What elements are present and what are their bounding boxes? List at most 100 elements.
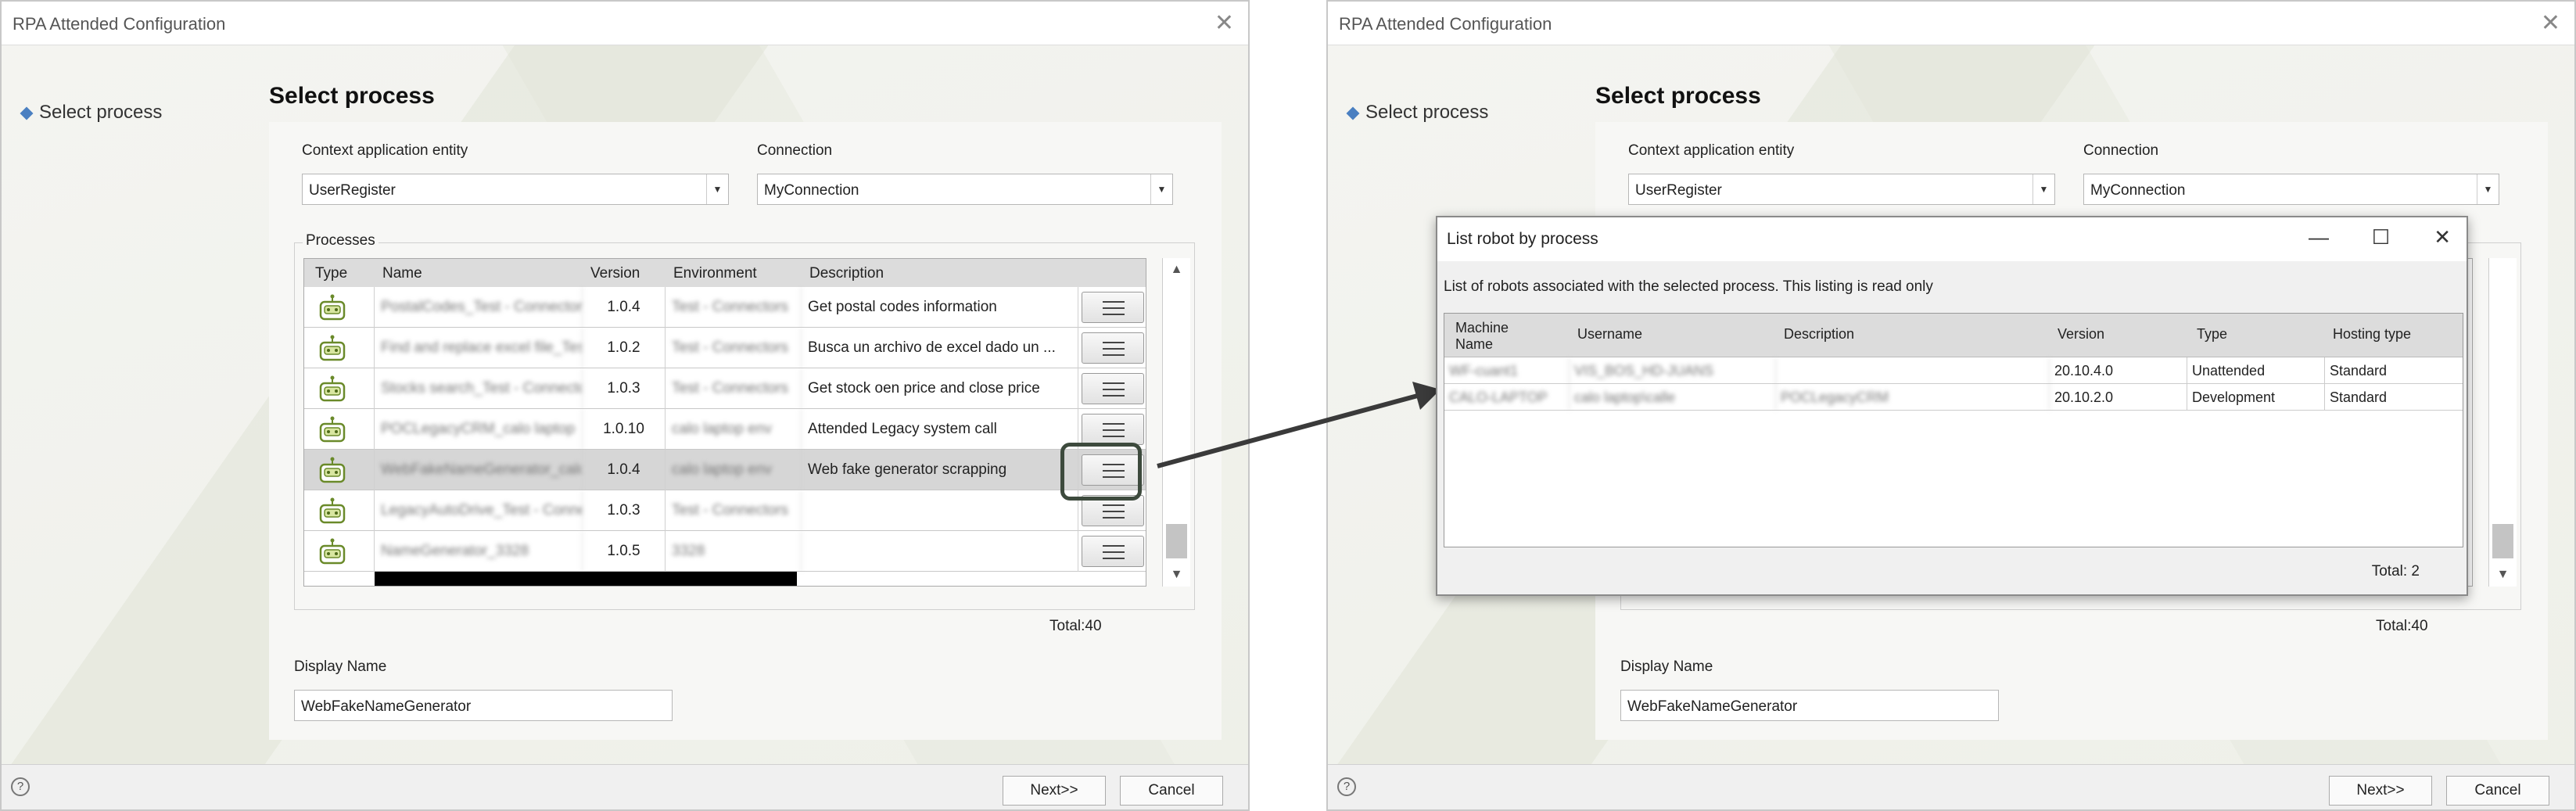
col-name[interactable]: Name (382, 265, 422, 282)
table-row[interactable]: NameGenerator_3328 1.0.5 3328 (304, 531, 1146, 572)
maximize-icon[interactable]: ☐ (2372, 225, 2390, 249)
name-cell: LegacyAutoDrive_Test - Connectors (375, 490, 583, 531)
scroll-up-icon[interactable]: ▲ (1163, 258, 1190, 282)
highlight-ring (1060, 443, 1142, 501)
chevron-down-icon[interactable]: ▼ (706, 174, 728, 204)
type-cell (304, 450, 375, 490)
version-cell: 1.0.4 (583, 287, 666, 328)
config-window-left: RPA Attended Configuration ✕ Select proc… (0, 0, 1250, 811)
robot-icon (317, 415, 348, 443)
help-icon[interactable]: ? (1337, 777, 1356, 796)
col-username[interactable]: Username (1577, 326, 1642, 343)
display-name-input[interactable]: WebFakeNameGenerator (294, 690, 673, 721)
chevron-down-icon[interactable]: ▼ (1150, 174, 1172, 204)
close-icon[interactable]: ✕ (2434, 225, 2451, 249)
vertical-scrollbar[interactable]: ▼ (2488, 258, 2517, 587)
description-cell (802, 531, 1078, 572)
table-row[interactable]: WF-cuant1 VIS_BOS_HD-JUANS 20.10.4.0 Unatte… (1444, 357, 2463, 384)
type-cell (304, 531, 375, 572)
robots-grid[interactable]: Machine Name Username Description Versio… (1444, 313, 2463, 547)
redaction (375, 572, 797, 586)
step-bullet-icon (20, 106, 34, 120)
chevron-down-icon[interactable]: ▼ (2032, 174, 2054, 204)
environment-cell: Test - Connectors (666, 490, 802, 531)
robot-icon (317, 497, 348, 525)
wizard-step[interactable]: Select process (1346, 102, 1489, 124)
col-version[interactable]: Version (2058, 326, 2104, 343)
scroll-down-icon[interactable]: ▼ (2489, 563, 2517, 587)
type-cell: Unattended (2187, 357, 2325, 384)
type-cell (304, 328, 375, 368)
minimize-icon[interactable]: — (2309, 225, 2329, 249)
arrow-line (1157, 392, 1424, 468)
window-title: RPA Attended Configuration (13, 14, 226, 34)
titlebar: RPA Attended Configuration ✕ (2, 2, 1248, 45)
context-label: Context application entity (302, 142, 468, 159)
processes-grid[interactable]: Type Name Version Environment Descriptio… (303, 258, 1146, 587)
col-version[interactable]: Version (590, 265, 640, 282)
table-row[interactable]: Find and replace excel file_Test - Conne… (304, 328, 1146, 368)
close-icon[interactable]: ✕ (2541, 9, 2560, 37)
type-cell (304, 287, 375, 328)
table-row[interactable]: Stocks search_Test - Connectors 1.0.3 Test… (304, 368, 1146, 409)
context-combo[interactable]: UserRegister ▼ (1628, 174, 2055, 205)
page-title: Select process (1595, 83, 1761, 109)
table-row[interactable]: PostalCodes_Test - Connectors 1.0.4 Test -… (304, 287, 1146, 328)
col-description[interactable]: Description (809, 265, 884, 282)
step-bullet-icon (1346, 106, 1360, 120)
titlebar: RPA Attended Configuration ✕ (1328, 2, 2574, 45)
connection-combo[interactable]: MyConnection ▼ (2083, 174, 2499, 205)
scroll-down-icon[interactable]: ▼ (1163, 563, 1190, 587)
name-cell: WebFakeNameGenerator_calo (375, 450, 583, 490)
help-icon[interactable]: ? (11, 777, 30, 796)
context-label: Context application entity (1628, 142, 1795, 159)
version-cell: 1.0.3 (583, 490, 666, 531)
col-description[interactable]: Description (1784, 326, 1854, 343)
grid-header: Type Name Version Environment Descriptio… (304, 259, 1146, 287)
col-type[interactable]: Type (2197, 326, 2227, 343)
wizard-step-label: Select process (1365, 102, 1489, 123)
list-robots-button[interactable] (1082, 332, 1144, 364)
display-name-input[interactable]: WebFakeNameGenerator (1620, 690, 1999, 721)
table-row[interactable]: WebFakeNameGenerator_calo 1.0.4 calo lapto… (304, 450, 1146, 490)
footer: ? Next>> Cancel (2, 764, 1248, 809)
robot-icon (317, 293, 348, 321)
col-environment[interactable]: Environment (673, 265, 757, 282)
description-cell: Get stock oen price and close price (802, 368, 1078, 409)
list-robots-button[interactable] (1082, 373, 1144, 404)
col-type[interactable]: Type (315, 265, 347, 282)
dialog-subtitle: List of robots associated with the selec… (1444, 278, 1933, 295)
cancel-button[interactable]: Cancel (2446, 776, 2549, 806)
table-row[interactable]: POCLegacyCRM_calo laptop 1.0.10 calo lapto… (304, 409, 1146, 450)
type-cell (304, 368, 375, 409)
close-icon[interactable]: ✕ (1214, 9, 1234, 37)
table-row[interactable]: CALO-LAPTOP calo laptop\calle POCLegacyCRM… (1444, 384, 2463, 411)
connection-combo[interactable]: MyConnection ▼ (757, 174, 1173, 205)
cancel-button[interactable]: Cancel (1120, 776, 1223, 806)
dialog-titlebar: List robot by process — ☐ ✕ (1437, 217, 2467, 261)
table-row[interactable]: LegacyAutoDrive_Test - Connectors1.0.3Te… (304, 490, 1146, 531)
connection-value: MyConnection (764, 182, 859, 199)
version-cell: 20.10.4.0 (2050, 357, 2187, 384)
version-cell: 1.0.2 (583, 328, 666, 368)
next-button[interactable]: Next>> (1003, 776, 1106, 806)
next-button[interactable]: Next>> (2329, 776, 2432, 806)
list-robots-button[interactable] (1082, 536, 1144, 567)
col-hosting-type[interactable]: Hosting type (2333, 326, 2411, 343)
description-cell: Web fake generator scrapping (802, 450, 1078, 490)
list-robots-button[interactable] (1082, 414, 1144, 445)
list-robots-button[interactable] (1082, 292, 1144, 323)
wizard-step-label: Select process (39, 102, 163, 123)
chevron-down-icon[interactable]: ▼ (2477, 174, 2499, 204)
wizard-step[interactable]: Select process (20, 102, 163, 124)
environment-cell: calo laptop env (666, 409, 802, 450)
col-machine-name[interactable]: Machine Name (1455, 320, 1541, 353)
scroll-thumb[interactable] (2492, 524, 2513, 558)
hosting-type-cell: Standard (2330, 389, 2388, 405)
content-panel: Context application entity UserRegister … (269, 122, 1222, 740)
footer: ? Next>> Cancel (1328, 764, 2574, 809)
context-combo[interactable]: UserRegister ▼ (302, 174, 729, 205)
environment-cell: Test - Connectors (666, 328, 802, 368)
display-name-label: Display Name (294, 658, 387, 675)
scroll-thumb[interactable] (1166, 524, 1187, 558)
